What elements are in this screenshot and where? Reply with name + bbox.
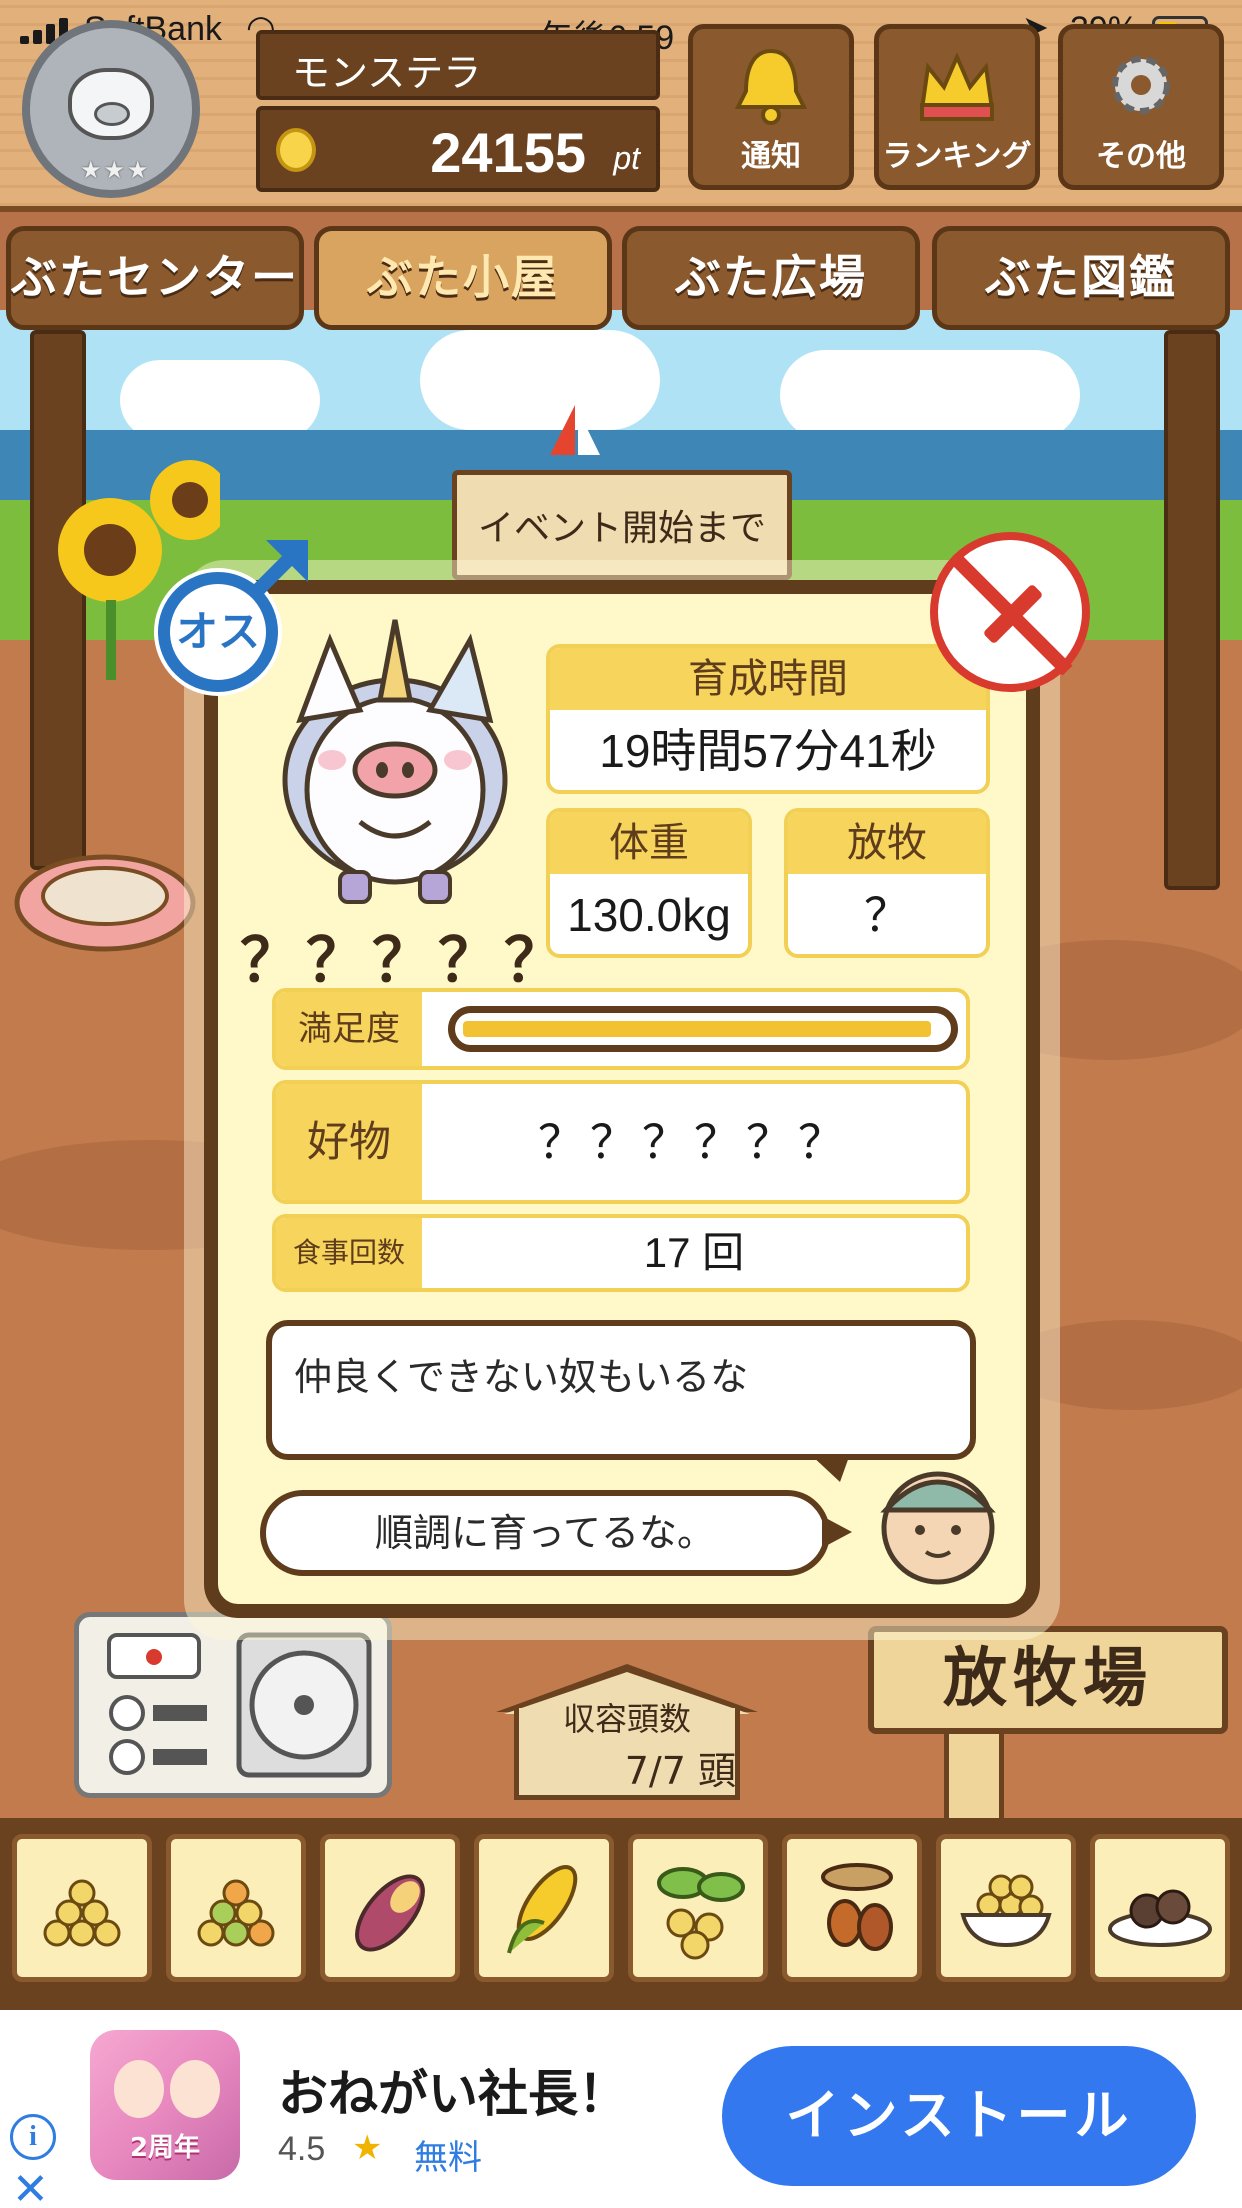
bell-icon	[734, 48, 808, 125]
weight-label: 体重	[550, 812, 748, 874]
speech-bubble-tail	[810, 1454, 850, 1482]
gear-icon	[1112, 56, 1170, 114]
food-slot-bowl[interactable]	[936, 1834, 1076, 1982]
points-value: 24155	[430, 121, 586, 184]
ad-app-icon[interactable]: 2周年	[90, 2030, 240, 2180]
satisfaction-bar	[448, 1006, 958, 1052]
ad-close-icon[interactable]: ✕	[12, 2168, 49, 2208]
speech-bubble-tail	[822, 1516, 852, 1548]
satisfaction-row: 満足度	[272, 988, 970, 1070]
food-slot-mixed[interactable]	[166, 1834, 306, 1982]
ad-info-icon[interactable]: i	[10, 2114, 56, 2160]
pig-speech-bubble: 仲良くできない奴もいるな	[266, 1320, 976, 1460]
food-slot-corn[interactable]	[474, 1834, 614, 1982]
beans-icon	[657, 1867, 745, 1960]
ad-banner[interactable]: i ✕ 2周年 おねがい社長！ 4.5 ★ 無料 インストール	[0, 2010, 1242, 2208]
no-injection-icon	[930, 532, 1090, 692]
sweet-potato-icon	[355, 1874, 425, 1952]
grazing-panel: 放牧 ？	[784, 808, 990, 958]
tab-buta-barn[interactable]: ぶた小屋	[314, 226, 612, 330]
food-slot-truffle[interactable]	[1090, 1834, 1230, 1982]
ventilation-fan-icon	[107, 1632, 372, 1778]
gate-post-right	[1164, 330, 1220, 890]
rearing-time-label: 育成時間	[550, 648, 986, 710]
ad-price: 無料	[414, 2138, 482, 2178]
ad-anniversary-badge: 2周年	[129, 2133, 201, 2163]
sailboat-icon	[550, 405, 600, 455]
rearing-time-panel: 育成時間 19時間57分41秒	[546, 644, 990, 794]
ranking-label: ランキング	[882, 139, 1032, 174]
weight-panel: 体重 130.0kg	[546, 808, 752, 958]
capacity-value: 7/7 頭	[624, 1749, 736, 1793]
farmer-icon	[880, 1471, 996, 1585]
favorite-food-row: 好物 ？？？？？？	[272, 1080, 970, 1204]
weight-value: 130.0kg	[567, 889, 731, 941]
notifications-button[interactable]: 通知	[688, 24, 854, 190]
meal-count-value: 17 回	[643, 1229, 745, 1276]
gender-label: オス	[176, 607, 260, 656]
food-slot-acorn[interactable]	[782, 1834, 922, 1982]
points-display: 24155 pt	[256, 106, 660, 192]
star-icon: ★	[352, 2128, 383, 2168]
ranking-button[interactable]: ランキング	[874, 24, 1040, 190]
install-button[interactable]: インストール	[722, 2046, 1196, 2186]
male-gender-badge: オス	[154, 540, 308, 696]
satisfaction-bar-fill	[463, 1021, 931, 1037]
meal-count-row: 食事回数 17 回	[272, 1214, 970, 1292]
settings-label: その他	[1096, 139, 1186, 174]
grazing-value: ？	[864, 889, 910, 941]
grazing-label: 放牧	[788, 812, 986, 874]
notifications-label: 通知	[741, 139, 801, 174]
capacity-label: 収容頭数	[562, 1700, 691, 1738]
favorite-food-value: ？？？？？？	[538, 1115, 850, 1169]
crown-icon	[919, 51, 995, 121]
tab-buta-plaza[interactable]: ぶた広場	[622, 226, 920, 330]
pig-name: ？？？？？	[240, 926, 570, 996]
food-slot-grain[interactable]	[12, 1834, 152, 1982]
satisfaction-label: 満足度	[276, 992, 422, 1066]
food-slot-beans[interactable]	[628, 1834, 768, 1982]
username: モンステラ	[256, 30, 660, 100]
tab-buta-center[interactable]: ぶたセンター	[6, 226, 304, 330]
food-bar	[0, 1818, 1242, 2010]
acorn-icon	[821, 1863, 893, 1951]
food-slot-sweet-potato[interactable]	[320, 1834, 460, 1982]
coin-icon	[276, 128, 316, 172]
capacity-sign: 収容頭数 7/7 頭	[496, 1664, 758, 1800]
ad-rating: 4.5	[278, 2130, 326, 2168]
corn-icon	[507, 1865, 578, 1954]
settings-button[interactable]: その他	[1058, 24, 1224, 190]
grain-feed-icon	[43, 1879, 121, 1947]
farmer-speech-bubble: 順調に育ってるな。	[260, 1490, 830, 1576]
meal-count-label: 食事回数	[276, 1218, 422, 1288]
rearing-time-value: 19時間57分41秒	[599, 725, 937, 777]
player-avatar[interactable]: ★★★	[22, 20, 200, 198]
ad-app-title[interactable]: おねがい社長！	[278, 2054, 628, 2126]
main-tabs: ぶたセンター ぶた小屋 ぶた広場 ぶた図鑑	[0, 212, 1242, 338]
points-unit: pt	[613, 140, 640, 176]
rank-stars: ★★★	[80, 156, 151, 184]
feed-dish	[14, 854, 196, 952]
pasture-button[interactable]: 放牧場	[868, 1626, 1228, 1734]
feed-bowl-icon	[960, 1874, 1052, 1948]
tab-buta-encyclopedia[interactable]: ぶた図鑑	[932, 226, 1230, 330]
truffle-plate-icon	[1108, 1889, 1212, 1947]
sign-post	[944, 1734, 1004, 1824]
cloud	[780, 350, 1080, 440]
pig-snout	[94, 102, 130, 126]
mixed-feed-icon	[197, 1879, 275, 1947]
favorite-food-label: 好物	[276, 1084, 422, 1200]
